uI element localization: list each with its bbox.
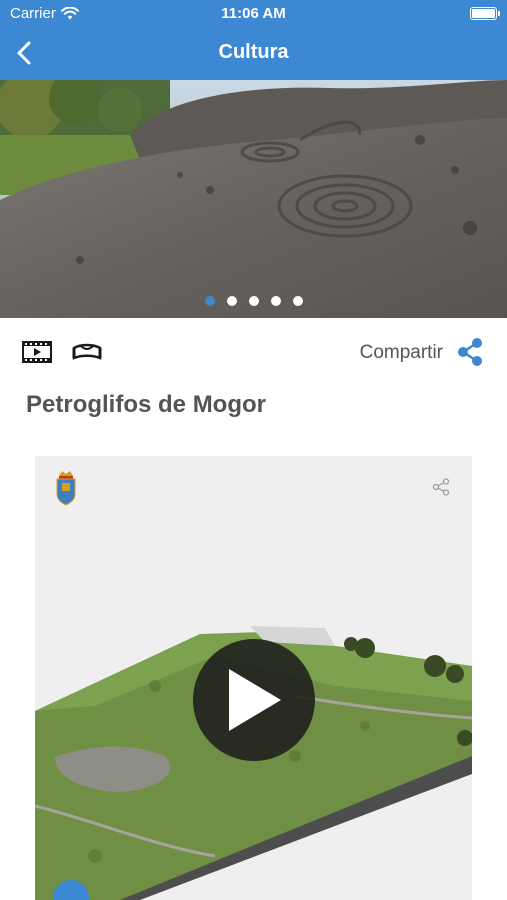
3d-model-viewer[interactable] xyxy=(35,456,472,900)
page-dot[interactable] xyxy=(226,296,237,306)
page-dot[interactable] xyxy=(270,296,281,306)
status-bar: Carrier 11:06 AM xyxy=(0,0,507,28)
page-dot[interactable] xyxy=(248,296,259,306)
hero-image-carousel[interactable] xyxy=(0,80,507,318)
share-label[interactable]: Compartir xyxy=(360,342,443,364)
carousel-page-indicator[interactable] xyxy=(0,296,507,308)
play-icon xyxy=(229,669,281,731)
panorama-360-icon[interactable] xyxy=(71,338,103,366)
page-dot[interactable] xyxy=(204,296,215,306)
coat-of-arms-icon xyxy=(56,471,76,506)
play-button[interactable] xyxy=(193,639,315,761)
battery-icon xyxy=(470,7,500,20)
share-icon[interactable] xyxy=(455,337,485,367)
page-title: Cultura xyxy=(218,41,289,63)
clock: 11:06 AM xyxy=(221,5,286,22)
petroglyph-photo xyxy=(0,80,507,318)
navigation-bar: Cultura xyxy=(0,28,507,80)
share-icon[interactable] xyxy=(432,478,450,496)
media-toolbar: Compartir xyxy=(0,330,507,374)
film-icon[interactable] xyxy=(21,338,53,366)
page-dot[interactable] xyxy=(292,296,303,306)
place-title: Petroglifos de Mogor xyxy=(26,391,266,418)
